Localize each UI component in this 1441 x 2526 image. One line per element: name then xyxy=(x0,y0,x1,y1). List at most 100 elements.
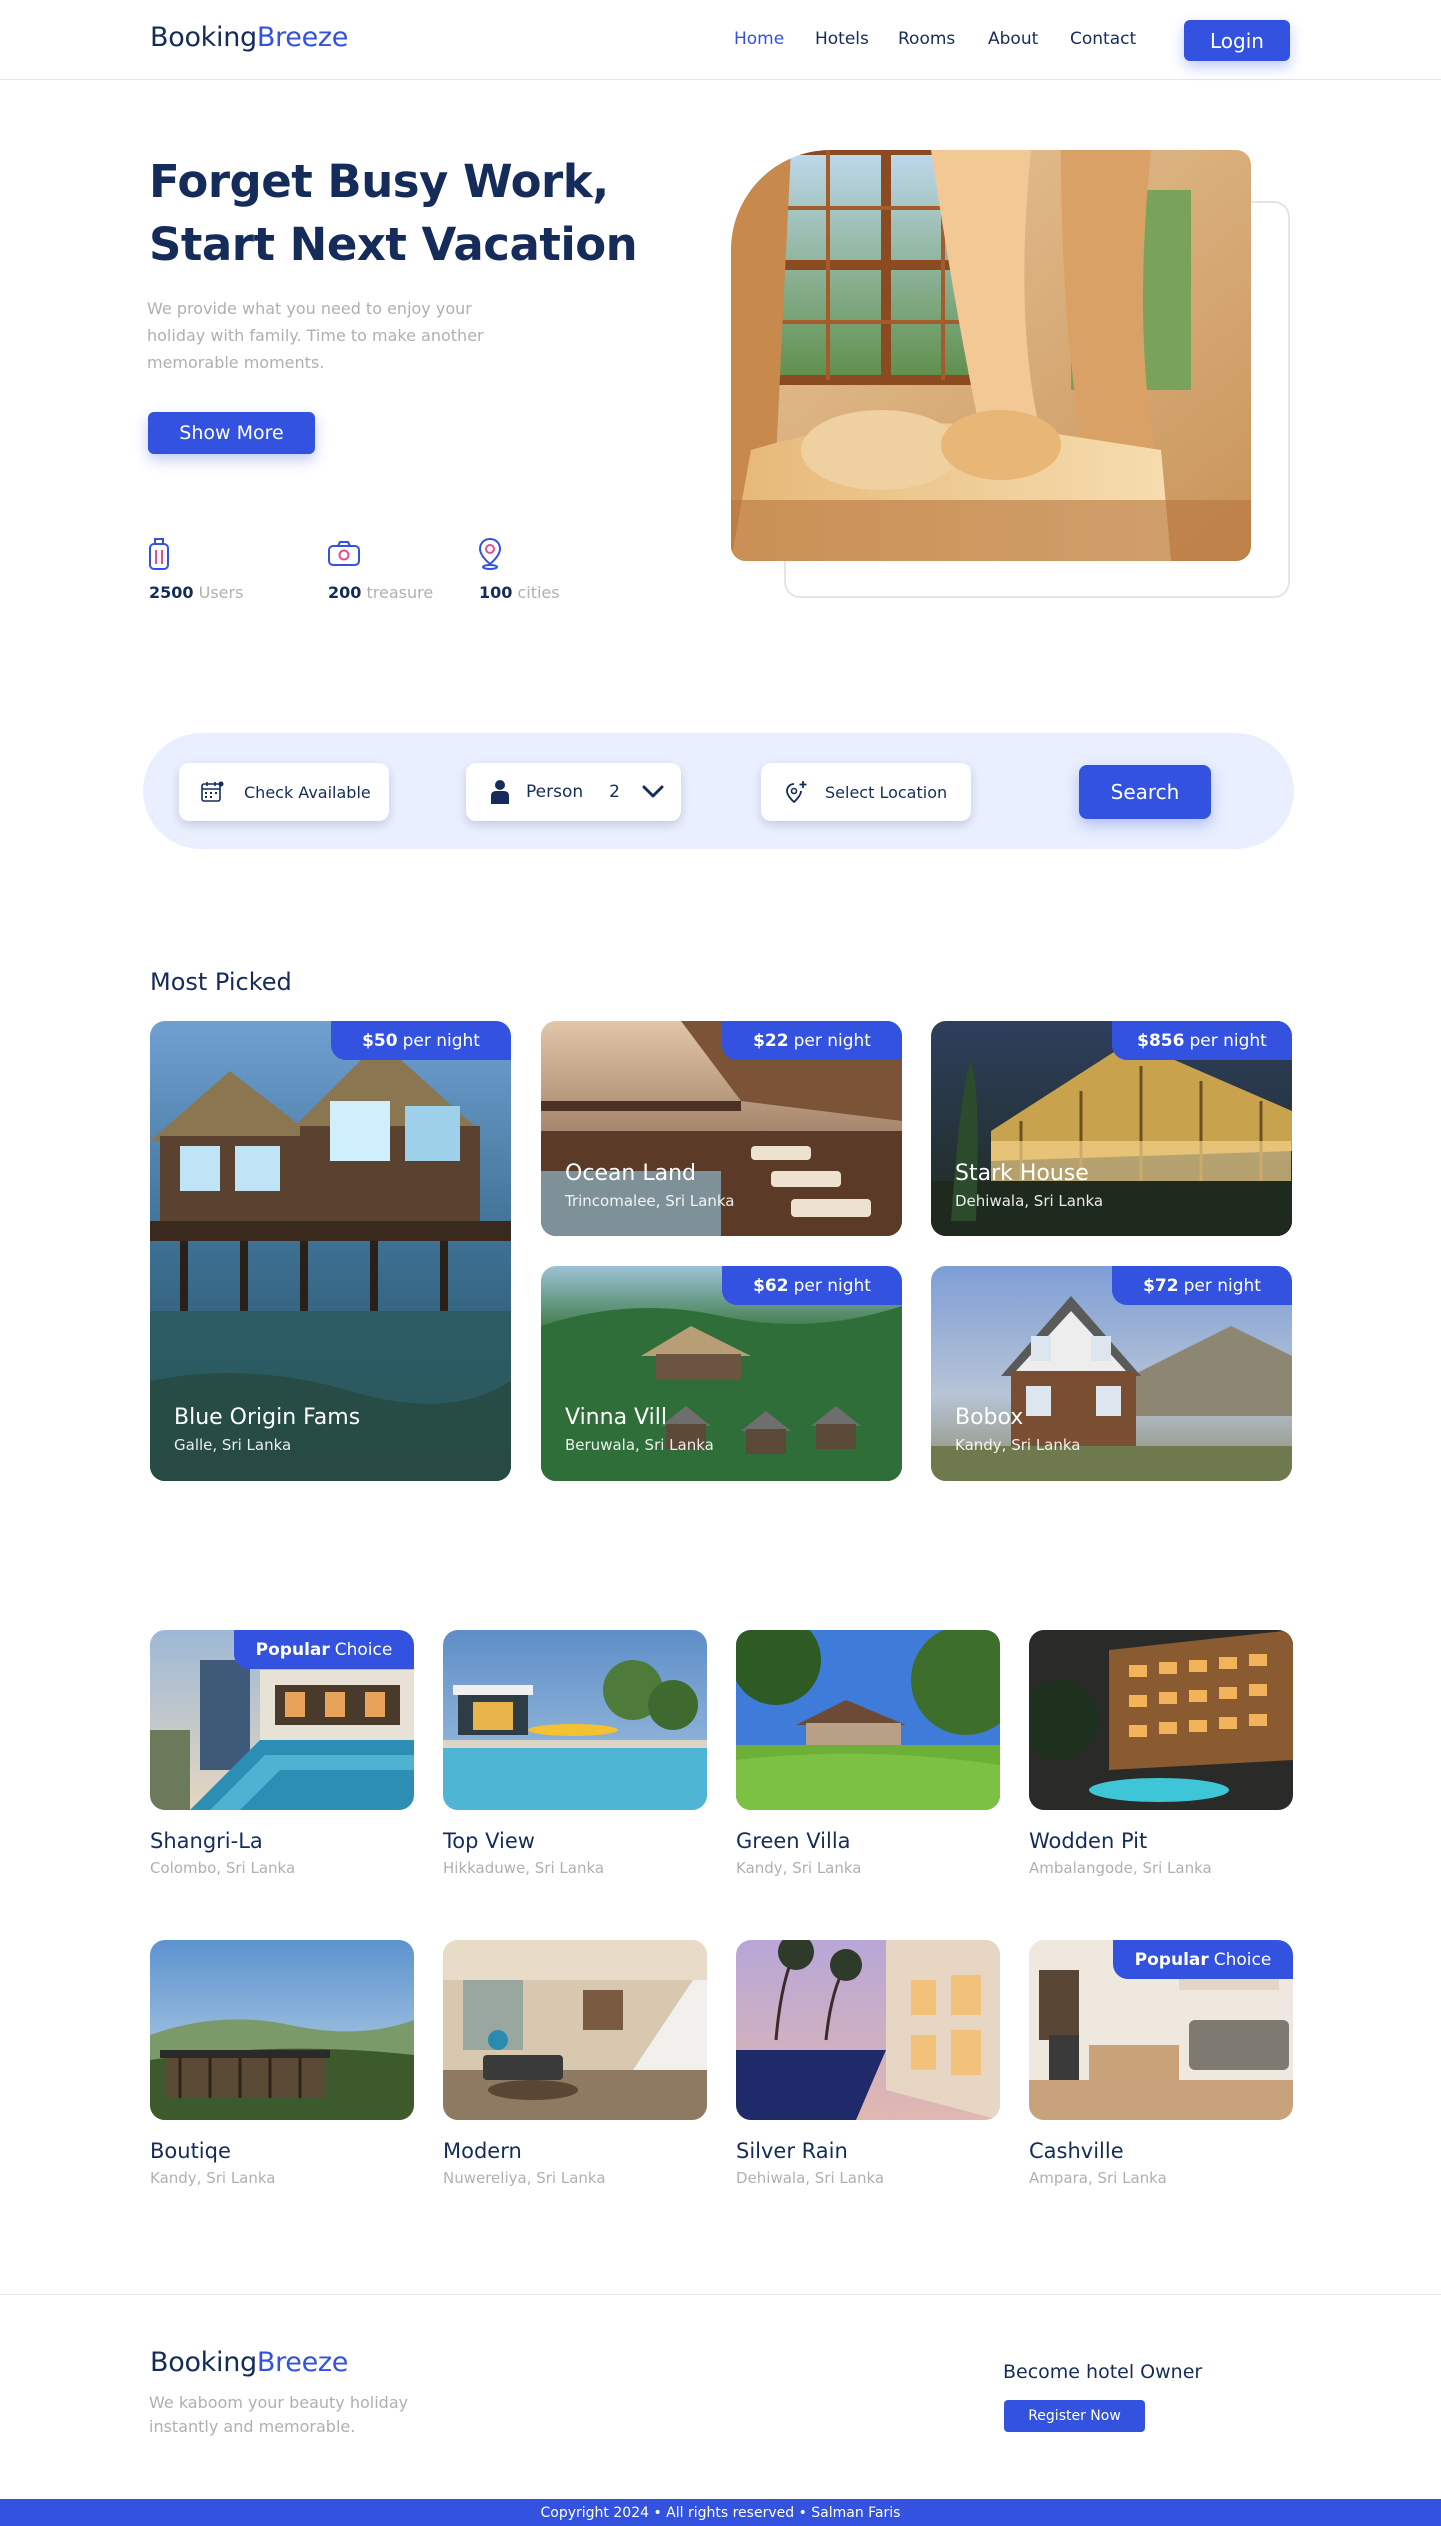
price-unit: per night xyxy=(1183,1275,1261,1296)
price-value: $22 xyxy=(753,1030,789,1051)
hotel-photo xyxy=(443,1940,707,2120)
nav-about[interactable]: About xyxy=(988,29,1038,49)
hotel-location: Kandy, Sri Lanka xyxy=(150,2169,276,2187)
nav-home[interactable]: Home xyxy=(734,29,784,49)
hotel-card-image[interactable]: Popular Choice xyxy=(1029,1940,1293,2120)
card-name: Bobox xyxy=(955,1405,1024,1430)
stat-cities-label: cities xyxy=(517,583,560,602)
stat-cities-value: 100 xyxy=(479,583,513,602)
price-unit: per night xyxy=(1189,1030,1267,1051)
calendar-icon xyxy=(201,781,224,802)
location-add-icon xyxy=(786,781,807,804)
brand-logo[interactable]: BookingBreeze xyxy=(150,22,348,53)
footer-brand-logo[interactable]: BookingBreeze xyxy=(150,2347,348,2378)
badge-popular: Popular xyxy=(255,1639,330,1660)
hotel-location: Dehiwala, Sri Lanka xyxy=(736,2169,885,2187)
check-available-label: Check Available xyxy=(244,782,371,802)
hotel-name[interactable]: Modern xyxy=(443,2139,522,2163)
hero-title-line2: Start Next Vacation xyxy=(149,218,638,271)
hotel-name[interactable]: Silver Rain xyxy=(736,2139,848,2163)
hero-title: Forget Busy Work, Start Next Vacation xyxy=(149,150,709,276)
most-picked-card[interactable]: $72 per night Bobox Kandy, Sri Lanka xyxy=(931,1266,1292,1481)
stat-users: 2500 Users xyxy=(149,583,243,602)
price-unit: per night xyxy=(793,1030,871,1051)
hotel-name[interactable]: Boutiqe xyxy=(150,2139,231,2163)
hotel-photo xyxy=(736,1630,1000,1810)
price-tag: $50 per night xyxy=(331,1021,511,1060)
card-location: Kandy, Sri Lanka xyxy=(955,1436,1081,1454)
card-name: Vinna Vill xyxy=(565,1405,667,1430)
card-location: Galle, Sri Lanka xyxy=(174,1436,292,1454)
chevron-down-icon[interactable] xyxy=(642,785,664,799)
map-pin-icon xyxy=(478,537,502,570)
hotel-photo xyxy=(736,1940,1000,2120)
card-name: Ocean Land xyxy=(565,1161,697,1186)
hotel-name[interactable]: Green Villa xyxy=(736,1829,851,1853)
hero-description: We provide what you need to enjoy your h… xyxy=(147,299,484,372)
hotel-name[interactable]: Wodden Pit xyxy=(1029,1829,1147,1853)
hotel-photo xyxy=(1029,1630,1293,1810)
hotel-card-image[interactable] xyxy=(443,1630,707,1810)
card-location: Trincomalee, Sri Lanka xyxy=(565,1192,735,1210)
stat-treasure-value: 200 xyxy=(328,583,362,602)
price-unit: per night xyxy=(793,1275,871,1296)
suitcase-icon xyxy=(149,538,169,570)
site-header: BookingBreeze Home Hotels Rooms About Co… xyxy=(0,0,1441,80)
person-selector[interactable]: Person 2 xyxy=(466,763,681,821)
nav-hotels[interactable]: Hotels xyxy=(815,29,869,49)
hero-title-line1: Forget Busy Work, xyxy=(149,155,609,208)
hotel-photo xyxy=(443,1630,707,1810)
hotel-card-image[interactable] xyxy=(736,1630,1000,1810)
card-location: Beruwala, Sri Lanka xyxy=(565,1436,714,1454)
stat-users-value: 2500 xyxy=(149,583,194,602)
person-icon xyxy=(491,780,509,804)
footer-description: We kaboom your beauty holiday instantly … xyxy=(149,2393,409,2436)
card-name: Blue Origin Fams xyxy=(174,1405,361,1430)
check-available-field[interactable]: Check Available xyxy=(179,763,389,821)
brand-part2: Breeze xyxy=(256,2347,349,2378)
hotel-name[interactable]: Top View xyxy=(443,1829,535,1853)
person-count: 2 xyxy=(609,782,620,802)
hotel-name[interactable]: Shangri-La xyxy=(150,1829,263,1853)
most-picked-card[interactable]: $62 per night Vinna Vill Beruwala, Sri La… xyxy=(541,1266,902,1481)
hero-image xyxy=(731,150,1251,561)
badge-choice: Choice xyxy=(334,1639,393,1660)
footer-divider xyxy=(0,2294,1441,2295)
stat-cities: 100 cities xyxy=(479,583,560,602)
hotel-location: Ambalangode, Sri Lanka xyxy=(1029,1859,1212,1877)
nav-contact[interactable]: Contact xyxy=(1070,29,1136,49)
person-label: Person xyxy=(526,782,584,802)
search-bar: Check Available Person 2 Select Location… xyxy=(143,733,1294,849)
most-picked-card[interactable]: $22 per night Ocean Land Trincomalee, Sri… xyxy=(541,1021,902,1236)
card-location: Dehiwala, Sri Lanka xyxy=(955,1192,1104,1210)
popular-choice-badge: Popular Choice xyxy=(234,1630,414,1669)
price-value: $72 xyxy=(1143,1275,1179,1296)
most-picked-card[interactable]: $50 per night Blue Origin Fams Galle, Sri… xyxy=(150,1021,511,1481)
register-now-button[interactable]: Register Now xyxy=(1004,2400,1145,2432)
price-tag: $62 per night xyxy=(722,1266,902,1305)
search-button[interactable]: Search xyxy=(1079,765,1211,819)
camera-icon xyxy=(328,541,360,566)
hotel-card-image[interactable] xyxy=(736,1940,1000,2120)
stat-treasure-label: treasure xyxy=(366,583,434,602)
hotel-photo xyxy=(150,1940,414,2120)
most-picked-card[interactable]: $856 per night Stark House Dehiwala, Sri … xyxy=(931,1021,1292,1236)
popular-choice-badge: Popular Choice xyxy=(1113,1940,1293,1979)
hotel-card-image[interactable] xyxy=(150,1940,414,2120)
price-value: $856 xyxy=(1137,1030,1185,1051)
price-value: $50 xyxy=(362,1030,398,1051)
hotel-name[interactable]: Cashville xyxy=(1029,2139,1124,2163)
location-label: Select Location xyxy=(825,782,948,802)
hotel-card-image[interactable] xyxy=(443,1940,707,2120)
login-button[interactable]: Login xyxy=(1184,20,1290,61)
nav-rooms[interactable]: Rooms xyxy=(898,29,955,49)
price-tag: $72 per night xyxy=(1112,1266,1292,1305)
show-more-button[interactable]: Show More xyxy=(148,412,315,454)
location-selector[interactable]: Select Location xyxy=(761,763,971,821)
hotel-card-image[interactable]: Popular Choice xyxy=(150,1630,414,1810)
badge-popular: Popular xyxy=(1134,1949,1209,1970)
hotel-owner-title: Become hotel Owner xyxy=(1003,2361,1203,2383)
hotel-location: Kandy, Sri Lanka xyxy=(736,1859,862,1877)
hotel-card-image[interactable] xyxy=(1029,1630,1293,1810)
badge-choice: Choice xyxy=(1213,1949,1272,1970)
